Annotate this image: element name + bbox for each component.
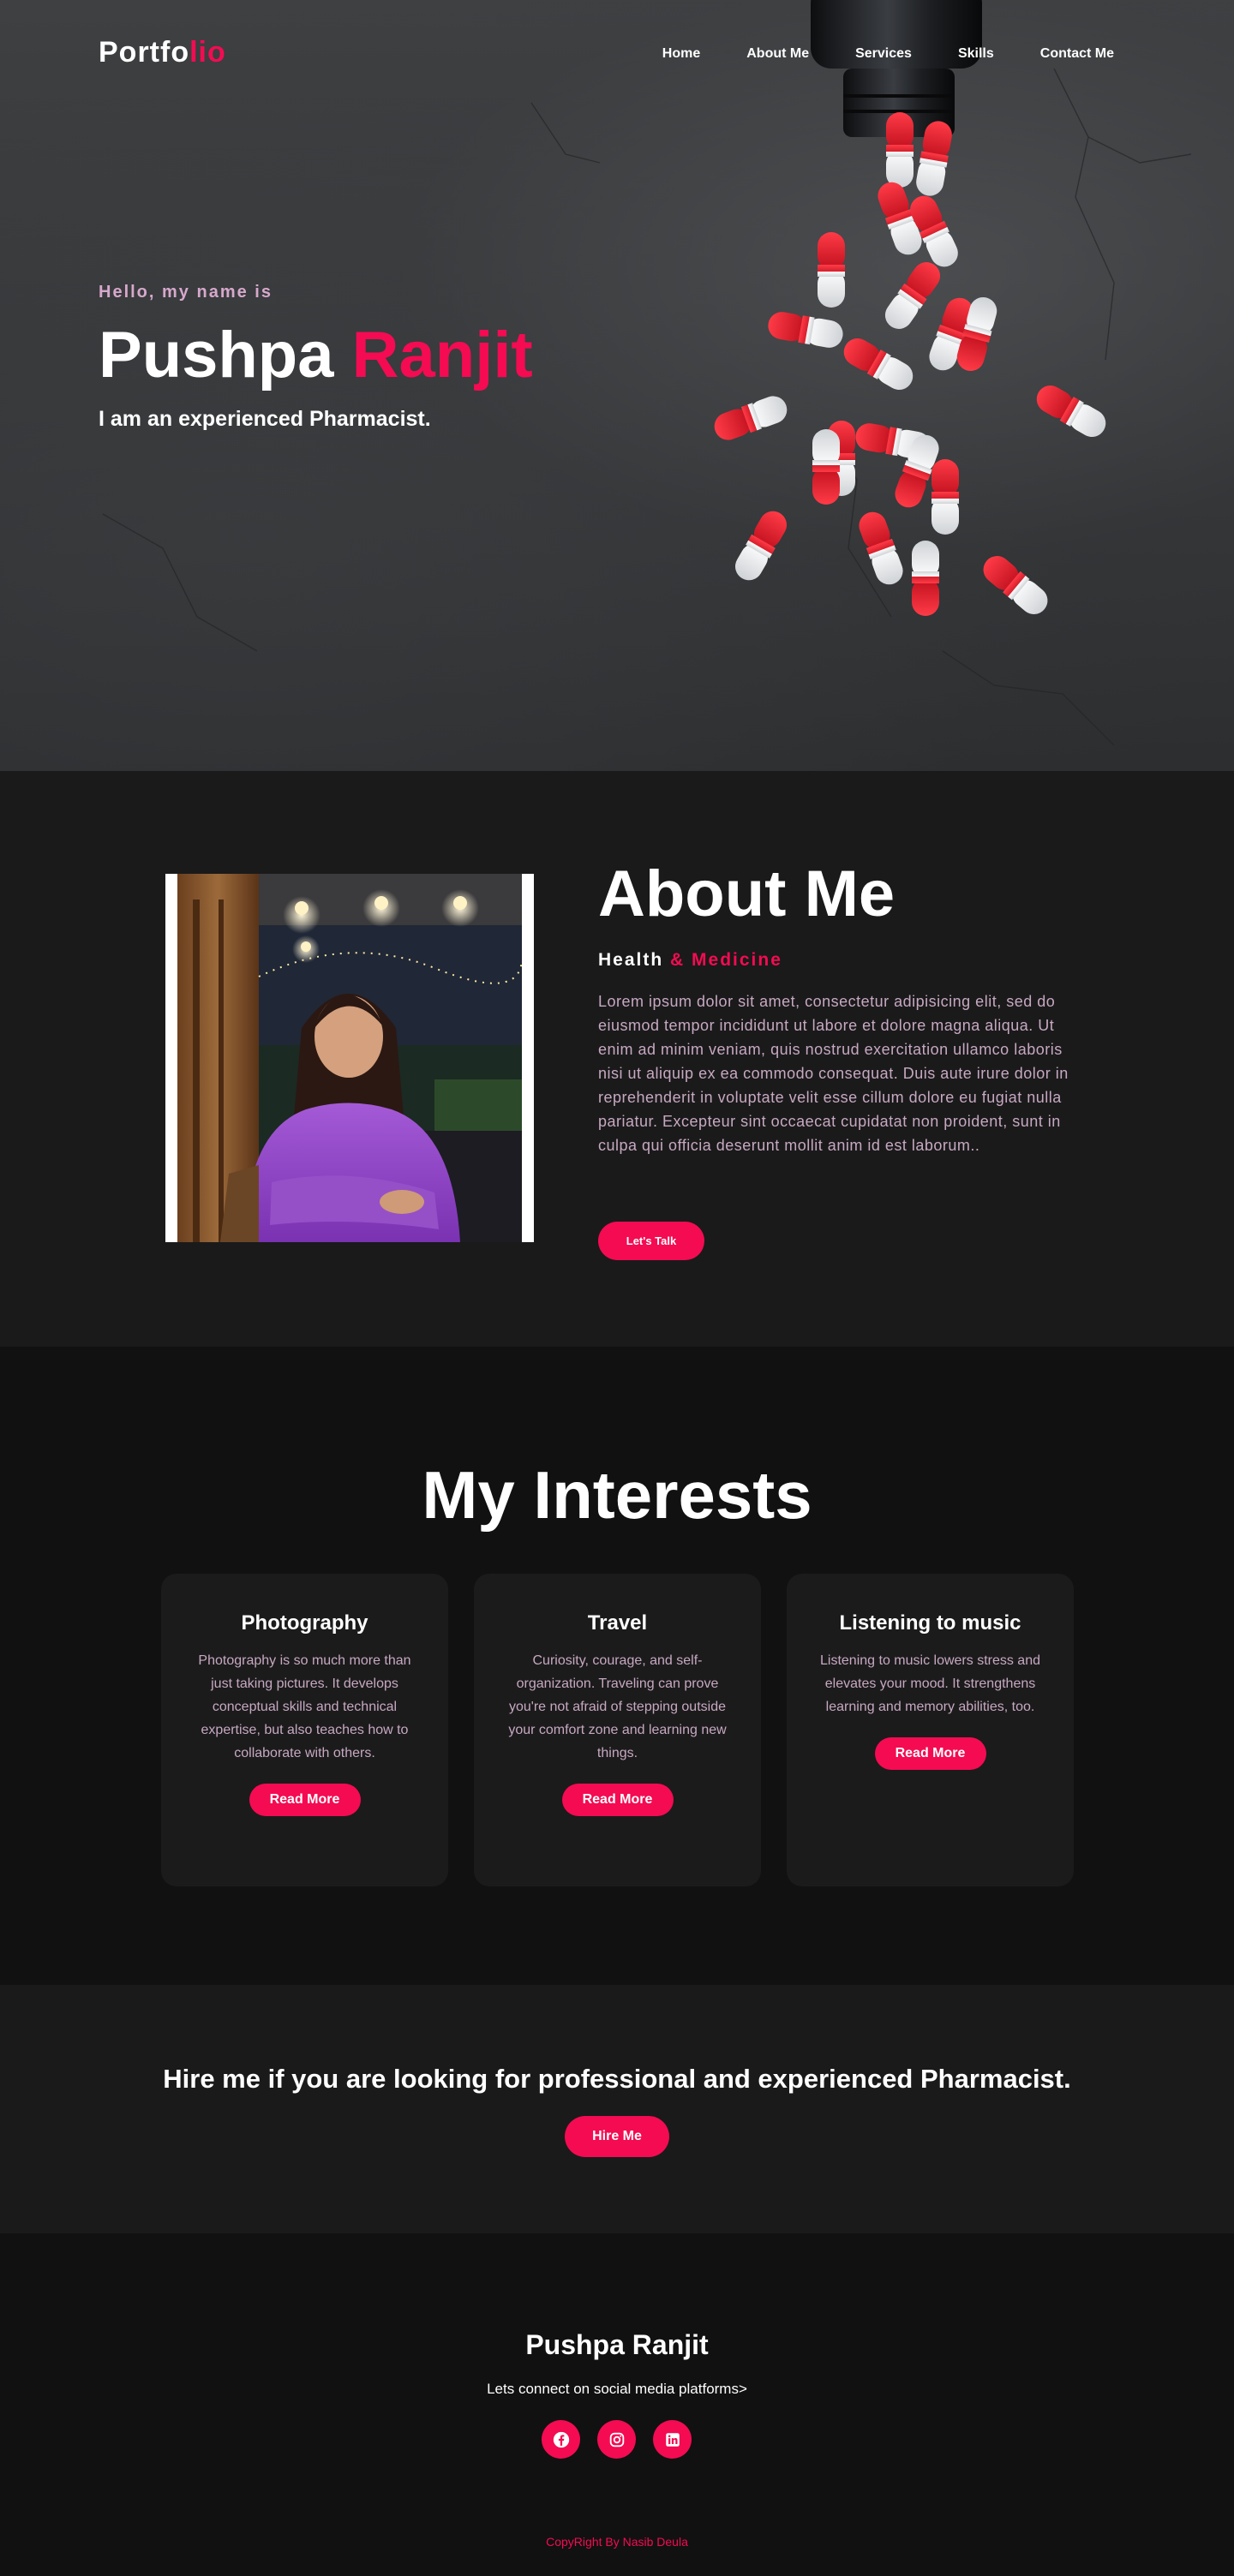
- instagram-link[interactable]: [597, 2420, 636, 2459]
- profile-photo: [177, 874, 522, 1242]
- hero-last-name: Ranjit: [351, 319, 533, 391]
- interest-card-title: Listening to music: [839, 1611, 1021, 1635]
- about-section: About Me Health & Medicine Lorem ipsum d…: [0, 771, 1234, 1347]
- read-more-button[interactable]: Read More: [561, 1784, 674, 1816]
- top-nav: Portfolio Home About Me Services Skills …: [0, 0, 1234, 111]
- interest-cards: Photography Photography is so much more …: [161, 1574, 1074, 1886]
- profile-photo-image: [177, 874, 522, 1242]
- nav-links: Home About Me Services Skills Contact Me: [662, 46, 1114, 62]
- interests-title: My Interests: [422, 1457, 812, 1533]
- lets-talk-button[interactable]: Let's Talk: [598, 1222, 704, 1260]
- interest-card-text: Curiosity, courage, and self-organizatio…: [508, 1653, 727, 1760]
- nav-link-skills[interactable]: Skills: [958, 46, 994, 62]
- hero-greeting: Hello, my name is: [99, 283, 273, 302]
- interest-card-music: Listening to music Listening to music lo…: [787, 1574, 1074, 1886]
- hero-section: Portfolio Home About Me Services Skills …: [0, 0, 1234, 771]
- interest-card-title: Photography: [241, 1611, 368, 1635]
- interest-card-text: Photography is so much more than just ta…: [198, 1653, 411, 1760]
- interests-section: My Interests Photography Photography is …: [0, 1347, 1234, 1985]
- linkedin-link[interactable]: [653, 2420, 692, 2459]
- profile-photo-frame: [165, 874, 534, 1242]
- interest-card-photography: Photography Photography is so much more …: [161, 1574, 448, 1886]
- copyright-text: CopyRight By Nasib Deula: [546, 2535, 688, 2549]
- linkedin-icon: [665, 2432, 680, 2447]
- interest-card-travel: Travel Curiosity, courage, and self-orga…: [474, 1574, 761, 1886]
- about-title: About Me: [598, 858, 896, 930]
- about-body: Lorem ipsum dolor sit amet, consectetur …: [598, 993, 1069, 1155]
- about-subtitle: Health & Medicine: [598, 950, 1074, 971]
- hire-me-button[interactable]: Hire Me: [565, 2116, 669, 2157]
- hire-heading: Hire me if you are looking for professio…: [163, 2064, 1071, 2094]
- hero-first-name: Pushpa: [99, 319, 334, 391]
- about-subtitle-main: Health: [598, 950, 664, 971]
- footer-connect-text: Lets connect on social media platforms>: [487, 2381, 747, 2397]
- logo-main: Portfo: [99, 36, 190, 69]
- footer-name: Pushpa Ranjit: [525, 2329, 709, 2360]
- hire-section: Hire me if you are looking for professio…: [0, 1985, 1234, 2233]
- read-more-button[interactable]: Read More: [249, 1784, 361, 1816]
- nav-link-contact[interactable]: Contact Me: [1040, 46, 1114, 62]
- instagram-icon: [609, 2432, 624, 2447]
- hero-tagline: I am an experienced Pharmacist.: [99, 406, 431, 431]
- facebook-icon: [553, 2431, 569, 2447]
- about-text: About Me Health & Medicine Lorem ipsum d…: [598, 857, 1074, 1157]
- hero-name: Pushpa Ranjit: [99, 320, 533, 391]
- about-subtitle-accent: & Medicine: [670, 950, 782, 971]
- logo-accent: lio: [189, 36, 226, 69]
- read-more-button[interactable]: Read More: [874, 1737, 986, 1770]
- nav-link-home[interactable]: Home: [662, 46, 700, 62]
- hero-text: Hello, my name is Pushpa Ranjit I am an …: [99, 283, 533, 432]
- footer: Pushpa Ranjit Lets connect on social med…: [0, 2233, 1234, 2576]
- facebook-link[interactable]: [542, 2420, 580, 2459]
- interest-card-text: Listening to music lowers stress and ele…: [820, 1653, 1040, 1714]
- nav-link-about[interactable]: About Me: [746, 46, 809, 62]
- social-links: [542, 2420, 692, 2459]
- site-logo[interactable]: Portfolio: [99, 36, 226, 69]
- nav-link-services[interactable]: Services: [855, 46, 912, 62]
- interest-card-title: Travel: [587, 1611, 648, 1635]
